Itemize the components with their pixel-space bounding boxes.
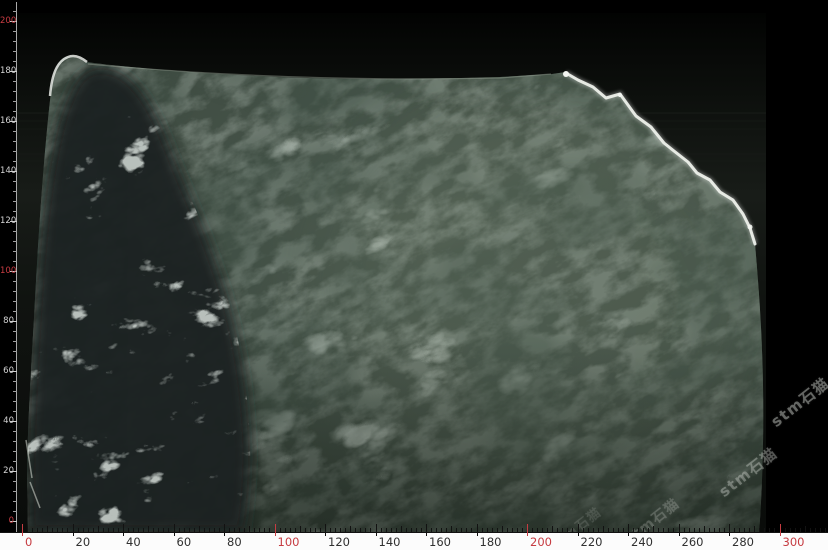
slab-photo	[0, 0, 828, 550]
slab-scan-viewer: stm石猫stm石猫stm石猫stm石猫 2001801601401201008…	[0, 0, 828, 550]
